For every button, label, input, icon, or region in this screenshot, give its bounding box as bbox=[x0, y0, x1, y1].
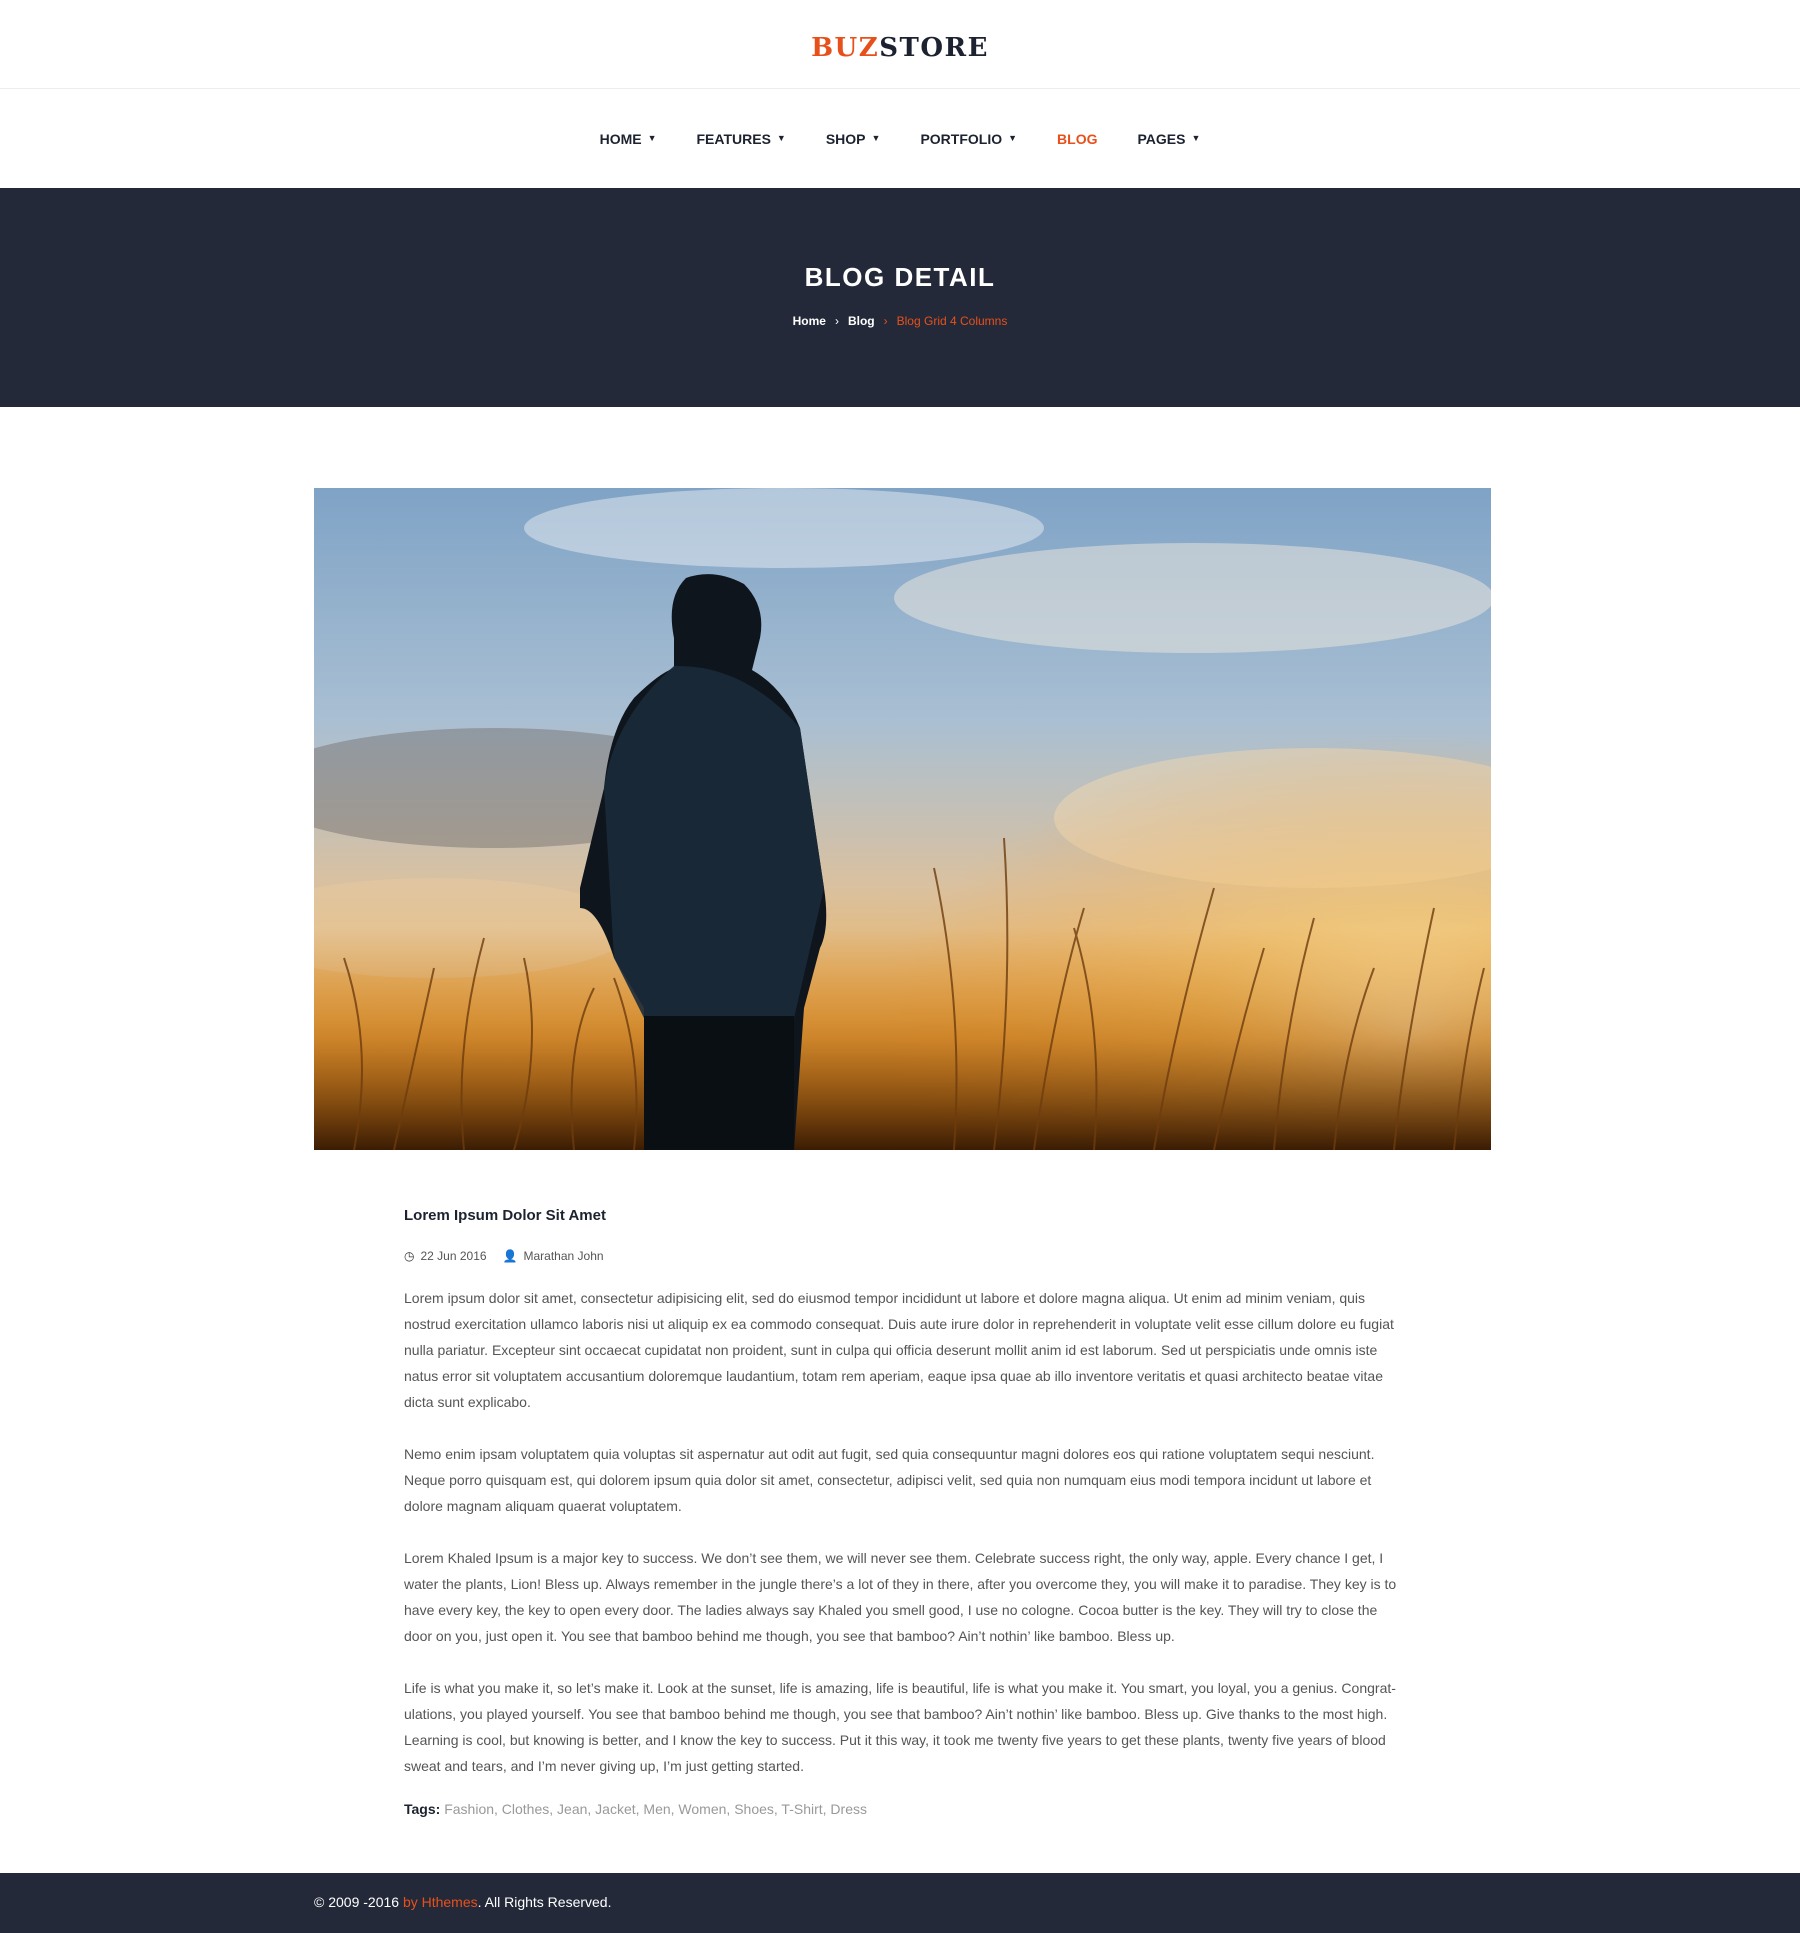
caret-down-icon: ▼ bbox=[871, 133, 881, 143]
post-paragraph: Life is what you make it, so let’s make … bbox=[404, 1680, 1396, 1774]
tags-label: Tags: bbox=[404, 1801, 441, 1817]
user-icon: 👤 bbox=[502, 1249, 518, 1263]
post-tags: Tags: Fashion, Clothes, Jean, Jacket, Me… bbox=[404, 1801, 1404, 1817]
caret-down-icon: ▼ bbox=[1191, 133, 1201, 143]
logo-accent: BUZ bbox=[811, 33, 880, 63]
post-meta: ◷ 22 Jun 2016 👤 Marathan John bbox=[404, 1249, 1404, 1263]
nav-label: PAGES bbox=[1137, 130, 1186, 147]
nav-label: PORTFOLIO bbox=[920, 130, 1003, 147]
chevron-right-icon: › bbox=[834, 314, 839, 328]
post-featured-image bbox=[314, 488, 1491, 1150]
nav-item-pages[interactable]: PAGES ▼ bbox=[1138, 131, 1201, 147]
site-logo[interactable]: BUZSTORE bbox=[0, 32, 1800, 64]
blog-post: Lorem Ipsum Dolor Sit Amet ◷ 22 Jun 2016… bbox=[404, 1205, 1404, 1817]
site-header: BUZSTORE bbox=[0, 0, 1800, 89]
breadcrumb: Home › Blog › Blog Grid 4 Columns bbox=[0, 314, 1800, 328]
caret-down-icon: ▼ bbox=[776, 133, 786, 143]
breadcrumb-home[interactable]: Home bbox=[793, 314, 826, 328]
post-title[interactable]: Lorem Ipsum Dolor Sit Amet bbox=[404, 1205, 1404, 1227]
logo-rest: STORE bbox=[879, 33, 989, 63]
footer-brand-link[interactable]: by Hthemes bbox=[403, 1894, 478, 1910]
chevron-right-icon: › bbox=[883, 314, 888, 328]
page-title: BLOG DETAIL bbox=[804, 262, 996, 292]
nav-label: SHOP bbox=[825, 130, 866, 147]
nav-item-shop[interactable]: SHOP ▼ bbox=[826, 131, 881, 147]
copyright-prefix: © 2009 -2016 bbox=[314, 1894, 403, 1910]
nav-item-blog[interactable]: BLOG bbox=[1057, 131, 1097, 147]
page-hero: BLOG DETAIL Home › Blog › Blog Grid 4 Co… bbox=[0, 188, 1800, 407]
nav-item-portfolio[interactable]: PORTFOLIO ▼ bbox=[920, 131, 1017, 147]
post-author: 👤 Marathan John bbox=[503, 1249, 604, 1263]
site-footer: © 2009 -2016 by Hthemes. All Rights Rese… bbox=[0, 1873, 1800, 1933]
tags-list[interactable]: Fashion, Clothes, Jean, Jacket, Men, Wom… bbox=[444, 1801, 867, 1817]
sunset-silhouette-image bbox=[314, 488, 1491, 1150]
nav-label: FEATURES bbox=[696, 130, 771, 147]
copyright-suffix: . All Rights Reserved. bbox=[477, 1894, 612, 1910]
nav-item-home[interactable]: HOME ▼ bbox=[600, 131, 657, 147]
post-date: ◷ 22 Jun 2016 bbox=[404, 1249, 487, 1263]
post-paragraph: Lorem ipsum dolor sit amet, consectetur … bbox=[404, 1290, 1394, 1410]
post-author-text[interactable]: Marathan John bbox=[524, 1249, 604, 1263]
caret-down-icon: ▼ bbox=[1008, 133, 1018, 143]
caret-down-icon: ▼ bbox=[647, 133, 657, 143]
nav-label: HOME bbox=[599, 130, 642, 147]
main-nav: HOME ▼ FEATURES ▼ SHOP ▼ PORTFOLIO ▼ BLO… bbox=[0, 89, 1800, 188]
copyright: © 2009 -2016 by Hthemes. All Rights Rese… bbox=[314, 1894, 611, 1910]
post-paragraph: Lorem Khaled Ipsum is a major key to suc… bbox=[404, 1550, 1397, 1644]
clock-icon: ◷ bbox=[404, 1249, 415, 1263]
breadcrumb-blog[interactable]: Blog bbox=[848, 314, 875, 328]
breadcrumb-current: Blog Grid 4 Columns bbox=[896, 314, 1008, 328]
nav-item-features[interactable]: FEATURES ▼ bbox=[697, 131, 786, 147]
post-paragraph: Nemo enim ipsam voluptatem quia voluptas… bbox=[404, 1446, 1375, 1514]
nav-label: BLOG bbox=[1057, 130, 1098, 147]
post-date-text: 22 Jun 2016 bbox=[420, 1249, 487, 1263]
